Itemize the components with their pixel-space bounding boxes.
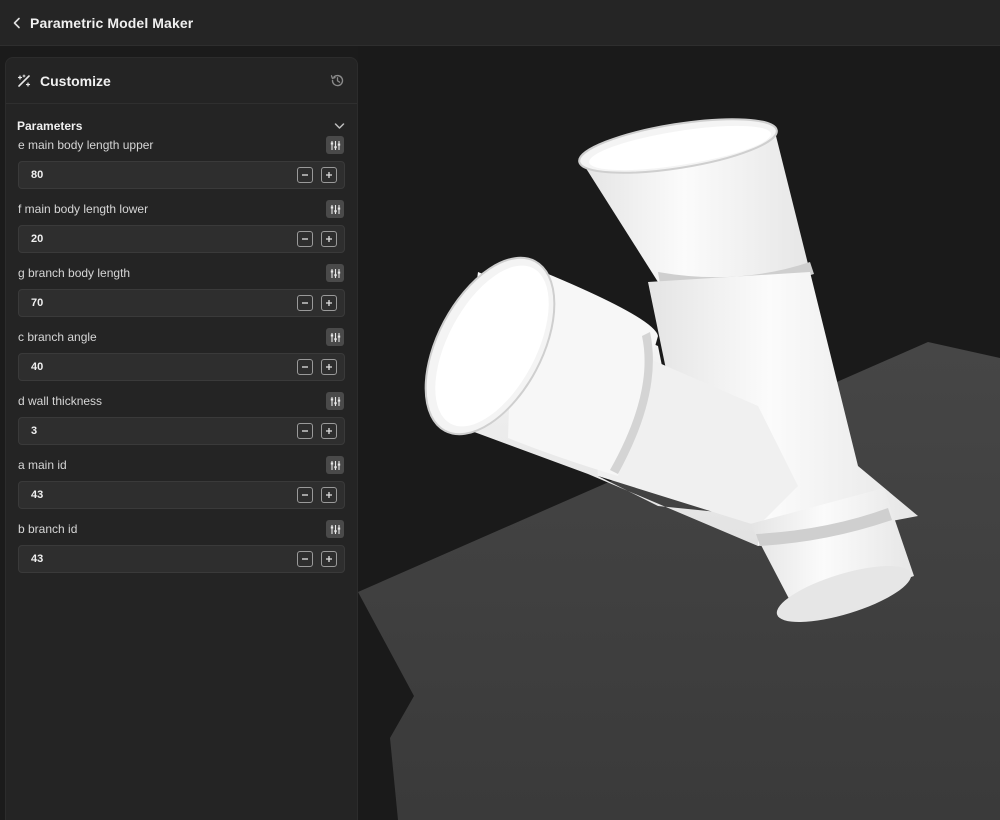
plus-icon	[326, 492, 332, 498]
minus-icon	[302, 558, 308, 560]
decrement-button[interactable]	[297, 167, 313, 183]
decrement-button[interactable]	[297, 359, 313, 375]
increment-button[interactable]	[321, 167, 337, 183]
model-render	[358, 118, 1000, 820]
history-button[interactable]	[328, 72, 346, 90]
increment-button[interactable]	[321, 231, 337, 247]
slider-toggle-button[interactable]	[326, 392, 344, 410]
top-bar: Parametric Model Maker	[0, 0, 1000, 46]
slider-toggle-button[interactable]	[326, 456, 344, 474]
sliders-icon	[330, 268, 340, 278]
slider-toggle-button[interactable]	[326, 328, 344, 346]
plus-icon	[326, 364, 332, 370]
parameter-list: e main body length upper 80 f main body …	[6, 136, 357, 584]
minus-icon	[302, 302, 308, 304]
parameter-value[interactable]: 70	[19, 297, 297, 309]
parameter-label: f main body length lower	[18, 202, 149, 216]
slider-toggle-button[interactable]	[326, 520, 344, 538]
history-icon	[330, 74, 343, 87]
sliders-icon	[330, 524, 340, 534]
parameter-input[interactable]: 43	[18, 481, 345, 509]
slider-toggle-button[interactable]	[326, 200, 344, 218]
parameter-label: b branch id	[18, 522, 78, 536]
parameter-label: g branch body length	[18, 266, 131, 280]
increment-button[interactable]	[321, 423, 337, 439]
panel-header: Customize	[6, 58, 357, 104]
minus-icon	[302, 366, 308, 368]
parameter-input[interactable]: 20	[18, 225, 345, 253]
parameter-value[interactable]: 3	[19, 425, 297, 437]
chevron-down-icon	[334, 123, 344, 129]
decrement-button[interactable]	[297, 295, 313, 311]
parameter-value[interactable]: 43	[19, 489, 297, 501]
back-button[interactable]	[10, 13, 24, 33]
decrement-button[interactable]	[297, 231, 313, 247]
parameter-row: b branch id 43	[17, 520, 345, 584]
parameter-value[interactable]: 20	[19, 233, 297, 245]
sliders-icon	[330, 140, 340, 150]
parameter-input[interactable]: 3	[18, 417, 345, 445]
increment-button[interactable]	[321, 295, 337, 311]
slider-toggle-button[interactable]	[326, 264, 344, 282]
parameter-input[interactable]: 80	[18, 161, 345, 189]
parameter-row: a main id 43	[17, 456, 345, 520]
minus-icon	[302, 238, 308, 240]
parameter-value[interactable]: 43	[19, 553, 297, 565]
parameter-input[interactable]: 40	[18, 353, 345, 381]
plus-icon	[326, 428, 332, 434]
panel-title: Customize	[40, 72, 111, 89]
parameter-label: c branch angle	[18, 330, 97, 344]
sliders-icon	[330, 332, 340, 342]
model-viewport[interactable]	[358, 46, 1000, 820]
decrement-button[interactable]	[297, 551, 313, 567]
parameter-value[interactable]: 80	[19, 169, 297, 181]
sliders-icon	[330, 204, 340, 214]
parameter-input[interactable]: 43	[18, 545, 345, 573]
magic-wand-icon	[17, 74, 31, 87]
parameter-row: f main body length lower 20	[17, 200, 345, 264]
plus-icon	[326, 172, 332, 178]
collapse-button[interactable]	[332, 119, 346, 133]
parameter-row: e main body length upper 80	[17, 136, 345, 200]
plus-icon	[326, 236, 332, 242]
decrement-button[interactable]	[297, 423, 313, 439]
parameter-label: d wall thickness	[18, 394, 103, 408]
app-title: Parametric Model Maker	[30, 14, 194, 31]
sliders-icon	[330, 460, 340, 470]
minus-icon	[302, 430, 308, 432]
parameter-value[interactable]: 40	[19, 361, 297, 373]
slider-toggle-button[interactable]	[326, 136, 344, 154]
parameter-row: c branch angle 40	[17, 328, 345, 392]
parameter-label: a main id	[18, 458, 67, 472]
parameters-section-title: Parameters	[17, 119, 83, 133]
decrement-button[interactable]	[297, 487, 313, 503]
customize-panel: Customize Parameters e main body length …	[5, 57, 358, 820]
parameter-row: d wall thickness 3	[17, 392, 345, 456]
chevron-left-icon	[13, 17, 20, 28]
sliders-icon	[330, 396, 340, 406]
increment-button[interactable]	[321, 551, 337, 567]
parameter-label: e main body length upper	[18, 138, 154, 152]
increment-button[interactable]	[321, 359, 337, 375]
minus-icon	[302, 174, 308, 176]
plus-icon	[326, 300, 332, 306]
minus-icon	[302, 494, 308, 496]
increment-button[interactable]	[321, 487, 337, 503]
plus-icon	[326, 556, 332, 562]
parameter-input[interactable]: 70	[18, 289, 345, 317]
parameter-row: g branch body length 70	[17, 264, 345, 328]
